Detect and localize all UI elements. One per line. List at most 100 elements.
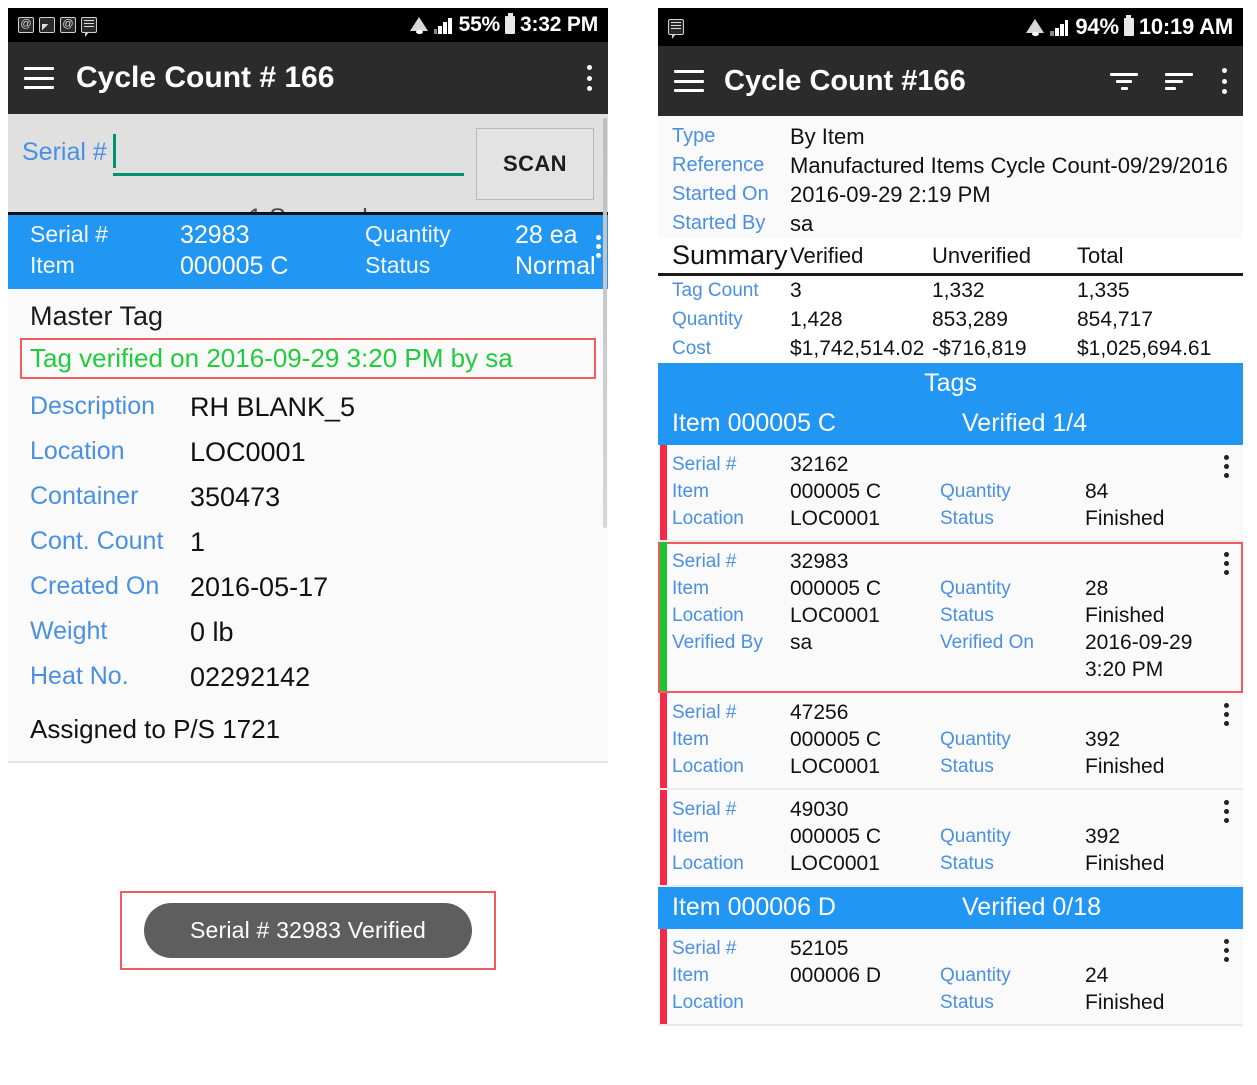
tag-serial-key: Serial # bbox=[672, 454, 737, 475]
meta-row: Started By sa bbox=[658, 209, 1243, 238]
tag-quantity-key: Quantity bbox=[940, 481, 1011, 502]
row-overflow-icon[interactable] bbox=[1223, 800, 1229, 823]
row-overflow-icon[interactable] bbox=[1223, 703, 1229, 726]
signal-icon bbox=[433, 17, 454, 34]
tag-quantity-value: 84 bbox=[1085, 480, 1109, 503]
summary-row: Quantity 1,428 853,289 854,717 bbox=[658, 305, 1243, 334]
left-phone-screen: 55% 3:32 PM Cycle Count # 166 Serial # S… bbox=[8, 8, 608, 1080]
detail-field: Location LOC0001 bbox=[8, 430, 608, 475]
summary-column-unverified: Unverified bbox=[932, 242, 1032, 268]
overflow-menu-icon[interactable] bbox=[1221, 68, 1227, 94]
row-overflow-icon[interactable] bbox=[1223, 939, 1229, 962]
tag-status-key: Status bbox=[940, 853, 994, 874]
summary-table: Tag Count 3 1,332 1,335 Quantity 1,428 8… bbox=[658, 276, 1243, 363]
left-status-system-icons: 55% 3:32 PM bbox=[409, 13, 598, 37]
toast-message: Serial # 32983 Verified bbox=[143, 903, 473, 958]
tag-status-value: Finished bbox=[1085, 507, 1165, 530]
tag-serial-key: Serial # bbox=[672, 551, 737, 572]
menu-icon[interactable] bbox=[674, 70, 704, 92]
detail-value: 350473 bbox=[190, 482, 281, 512]
tag-location-value bbox=[790, 989, 940, 1016]
tag-verified-on-key: Verified On bbox=[940, 632, 1034, 653]
tag-quantity-value: 392 bbox=[1085, 825, 1121, 848]
tag-item-value: 000005 C bbox=[790, 825, 882, 848]
meta-value: 2016-09-29 2:19 PM bbox=[790, 182, 991, 207]
selected-item-key: Item bbox=[30, 252, 75, 278]
selected-quantity-key: Quantity bbox=[365, 221, 451, 247]
tag-item-value: 000005 C bbox=[790, 577, 882, 600]
menu-icon[interactable] bbox=[24, 67, 54, 89]
wifi-icon bbox=[1026, 18, 1045, 36]
tag-detail-panel: Master Tag Tag verified on 2016-09-29 3:… bbox=[8, 289, 608, 763]
serial-input[interactable] bbox=[112, 128, 464, 184]
meta-key: Started By bbox=[672, 212, 766, 234]
tag-item-key: Item bbox=[672, 729, 709, 750]
tag-verified-by-value: sa bbox=[790, 631, 813, 654]
table-row[interactable]: Serial # 49030 Item 000005 C Quantity 39… bbox=[658, 790, 1243, 887]
row-overflow-icon[interactable] bbox=[1223, 552, 1229, 575]
summary-row-label: Cost bbox=[672, 338, 712, 359]
tag-location-key: Location bbox=[672, 605, 744, 626]
item-group-verified-count: Verified 0/18 bbox=[962, 893, 1101, 921]
left-status-notification-icons bbox=[18, 17, 97, 37]
signal-icon bbox=[1050, 19, 1070, 36]
summary-row-total: 1,335 bbox=[1077, 279, 1130, 302]
summary-column-verified: Verified bbox=[790, 242, 864, 268]
tag-status-value: Finished bbox=[1085, 604, 1165, 627]
item-group-header[interactable]: Item 000005 C Verified 1/4 bbox=[658, 403, 1243, 445]
right-app-bar: Cycle Count #166 bbox=[658, 46, 1243, 116]
summary-row-unverified: 853,289 bbox=[932, 308, 1008, 331]
tag-quantity-key: Quantity bbox=[940, 826, 1011, 847]
summary-row-verified: 1,428 bbox=[790, 308, 843, 331]
tag-item-key: Item bbox=[672, 481, 709, 502]
detail-value: 02292142 bbox=[190, 662, 311, 692]
tag-location-value: LOC0001 bbox=[790, 852, 880, 875]
sort-icon[interactable] bbox=[1165, 70, 1195, 92]
tag-status-key: Status bbox=[940, 508, 994, 529]
vertical-scrollbar[interactable] bbox=[603, 118, 607, 528]
table-row[interactable]: Serial # 32162 Item 000005 C Quantity 84… bbox=[658, 445, 1243, 542]
detail-field: Created On 2016-05-17 bbox=[8, 565, 608, 610]
tag-serial-value: 32162 bbox=[790, 453, 849, 476]
item-group-label: Item 000006 D bbox=[672, 893, 836, 921]
detail-key: Location bbox=[30, 437, 125, 465]
table-row[interactable]: Serial # 47256 Item 000005 C Quantity 39… bbox=[658, 693, 1243, 790]
table-row[interactable]: Serial # 52105 Item 000006 D Quantity 24… bbox=[658, 929, 1243, 1026]
tag-item-value: 000005 C bbox=[790, 480, 882, 503]
tag-location-key: Location bbox=[672, 853, 744, 874]
detail-key: Container bbox=[30, 482, 139, 510]
tag-location-key: Location bbox=[672, 756, 744, 777]
selected-item-value: 000005 C bbox=[180, 252, 289, 280]
detail-key: Description bbox=[30, 392, 156, 420]
assigned-to-label: Assigned to P/S 1721 bbox=[8, 700, 608, 763]
message-icon bbox=[81, 17, 97, 37]
filter-icon[interactable] bbox=[1109, 70, 1139, 92]
selected-tag-overflow-icon[interactable] bbox=[595, 235, 601, 258]
message-icon bbox=[668, 19, 684, 39]
summary-row-unverified: -$716,819 bbox=[932, 337, 1027, 360]
summary-header: Summary Verified Unverified Total bbox=[658, 238, 1243, 276]
detail-field: Description RH BLANK_5 bbox=[8, 385, 608, 430]
wifi-icon bbox=[409, 16, 429, 34]
right-status-system-icons: 94% 10:19 AM bbox=[1026, 14, 1233, 40]
tag-serial-key: Serial # bbox=[672, 702, 737, 723]
tag-item-value: 000006 D bbox=[790, 964, 882, 987]
overflow-menu-icon[interactable] bbox=[586, 65, 592, 91]
selected-tag-row[interactable]: Serial # 32983 Quantity 28 ea Item 00000… bbox=[8, 212, 608, 289]
table-row[interactable]: Serial # 32983 Item 000005 C Quantity 28… bbox=[658, 542, 1243, 693]
scan-button[interactable]: SCAN bbox=[476, 128, 594, 200]
summary-row-verified: 3 bbox=[790, 279, 802, 302]
tag-serial-key: Serial # bbox=[672, 938, 737, 959]
clock-label: 3:32 PM bbox=[520, 13, 598, 36]
item-group-header[interactable]: Item 000006 D Verified 0/18 bbox=[658, 887, 1243, 929]
detail-key: Heat No. bbox=[30, 662, 129, 690]
detail-value: 1 bbox=[190, 527, 206, 557]
status-stripe bbox=[660, 929, 667, 1024]
summary-row-label: Quantity bbox=[672, 309, 743, 330]
tag-serial-value: 32983 bbox=[790, 550, 849, 573]
tag-serial-key: Serial # bbox=[672, 799, 737, 820]
row-overflow-icon[interactable] bbox=[1223, 455, 1229, 478]
tag-location-value: LOC0001 bbox=[790, 604, 880, 627]
serial-input-label: Serial # bbox=[22, 138, 107, 166]
page-title: Cycle Count #166 bbox=[724, 64, 966, 97]
